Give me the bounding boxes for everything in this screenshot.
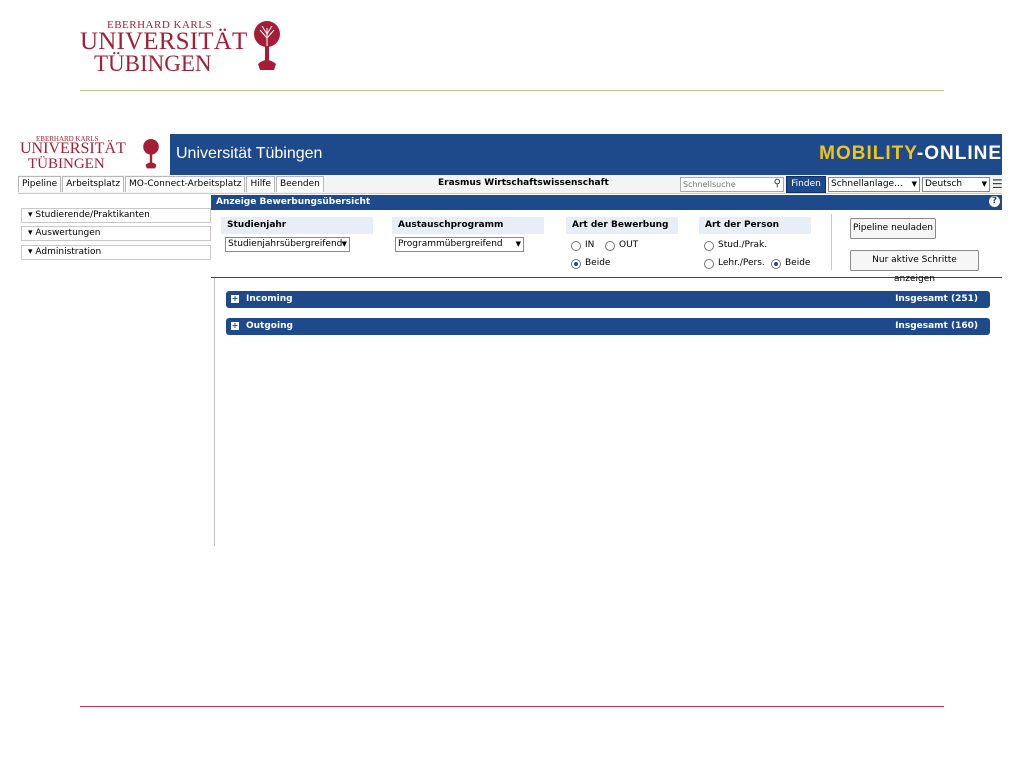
radio-lehr-pers[interactable]: Lehr./Pers. xyxy=(704,258,765,269)
tab-arbeitsplatz[interactable]: Arbeitsplatz xyxy=(62,176,125,192)
radio-person-beide-label: Beide xyxy=(785,258,811,268)
logo-part-mobility: MOBILITY xyxy=(819,143,917,164)
panel-header: Anzeige Bewerbungsübersicht ? xyxy=(211,195,1002,210)
radio-stud-prak-button[interactable] xyxy=(704,240,714,251)
radio-stud-prak-label: Stud./Prak. xyxy=(718,240,768,250)
quick-create-select[interactable]: Schnellanlage... ▼ xyxy=(828,177,920,192)
sidebar-item-auswertungen[interactable]: ▾ Auswertungen xyxy=(21,226,211,241)
art-der-bewerbung-label: Art der Bewerbung xyxy=(566,217,678,234)
tab-hilfe[interactable]: Hilfe xyxy=(246,176,275,192)
radio-out-label: OUT xyxy=(619,240,639,250)
panel-title: Anzeige Bewerbungsübersicht xyxy=(216,197,371,207)
radio-person-beide[interactable]: Beide xyxy=(771,258,810,269)
mobility-online-logo: MOBILITY-ONLINE xyxy=(819,143,1002,165)
language-value: Deutsch xyxy=(925,179,963,189)
tree-emblem-icon xyxy=(254,21,280,70)
chevron-down-icon: ▼ xyxy=(911,180,917,188)
radio-stud-prak[interactable]: Stud./Prak. xyxy=(704,240,767,251)
expand-plus-icon[interactable]: + xyxy=(231,295,239,303)
chevron-down-icon: ▼ xyxy=(981,180,987,188)
radio-lehr-pers-label: Lehr./Pers. xyxy=(718,258,765,268)
radio-in[interactable]: IN xyxy=(571,240,594,251)
section-outgoing-label: Outgoing xyxy=(246,321,293,331)
language-select[interactable]: Deutsch ▼ xyxy=(922,177,990,192)
radio-out-button[interactable] xyxy=(605,240,615,251)
banner-blue-bar: Universität Tübingen MOBILITY-ONLINE xyxy=(170,134,1002,175)
tree-emblem-small-icon xyxy=(143,139,159,169)
quick-search[interactable]: ⚲ xyxy=(680,177,784,192)
sidebar-item-label: Studierende/Praktikanten xyxy=(35,210,150,220)
section-outgoing[interactable]: + Outgoing Insgesamt (160) xyxy=(226,318,990,335)
header-divider xyxy=(80,90,944,91)
tab-mo-connect[interactable]: MO-Connect-Arbeitsplatz xyxy=(125,176,246,192)
sidebar: ▾ Studierende/Praktikanten ▾ Auswertunge… xyxy=(18,194,215,546)
context-title: Erasmus Wirtschaftswissenschaft xyxy=(438,178,609,188)
help-icon[interactable]: ? xyxy=(989,196,1000,207)
app-title: Universität Tübingen xyxy=(176,145,323,162)
sidebar-item-label: Administration xyxy=(35,247,102,257)
austauschprogramm-select[interactable]: Programmübergreifend ▼ xyxy=(395,237,524,252)
section-incoming[interactable]: + Incoming Insgesamt (251) xyxy=(226,291,990,308)
austauschprogramm-label: Austauschprogramm xyxy=(392,217,544,234)
austauschprogramm-value: Programmübergreifend xyxy=(398,239,503,249)
art-der-person-label: Art der Person xyxy=(699,217,811,234)
chevron-down-icon: ▼ xyxy=(341,240,347,248)
radio-person-beide-button[interactable] xyxy=(771,258,781,269)
quick-create-value: Schnellanlage... xyxy=(831,179,903,189)
radio-in-label: IN xyxy=(585,240,595,250)
banner-logo-line-2: UNIVERSITÄT xyxy=(20,140,126,157)
radio-in-button[interactable] xyxy=(571,240,581,251)
main-panel: Anzeige Bewerbungsübersicht ? Studienjah… xyxy=(211,195,1002,546)
active-steps-button[interactable]: Nur aktive Schritte anzeigen xyxy=(850,250,979,284)
studienjahr-label: Studienjahr xyxy=(221,217,373,234)
university-logo: EBERHARD KARLS UNIVERSITÄT TÜBINGEN xyxy=(80,16,300,76)
find-button[interactable]: Finden xyxy=(786,176,826,193)
logo-part-online: -ONLINE xyxy=(916,143,1002,164)
sidebar-item-studierende[interactable]: ▾ Studierende/Praktikanten xyxy=(21,208,211,223)
radio-out[interactable]: OUT xyxy=(605,240,638,251)
menu-icon[interactable]: ☰ xyxy=(992,177,1002,191)
section-outgoing-total: Insgesamt (160) xyxy=(895,321,978,331)
radio-bewerbung-beide-label: Beide xyxy=(585,258,611,268)
radio-lehr-pers-button[interactable] xyxy=(704,258,714,269)
tab-beenden[interactable]: Beenden xyxy=(275,176,324,192)
app-banner: EBERHARD KARLS UNIVERSITÄT TÜBINGEN Univ… xyxy=(18,134,1002,175)
studienjahr-select[interactable]: Studienjahrsübergreifend ▼ xyxy=(225,237,350,252)
radio-bewerbung-beide-button[interactable] xyxy=(571,258,581,269)
section-incoming-label: Incoming xyxy=(246,294,293,304)
filter-divider xyxy=(831,214,832,270)
expand-plus-icon[interactable]: + xyxy=(231,322,239,330)
mobility-online-window: EBERHARD KARLS UNIVERSITÄT TÜBINGEN Univ… xyxy=(18,134,1002,546)
tab-pipeline[interactable]: Pipeline xyxy=(18,176,62,192)
search-icon[interactable]: ⚲ xyxy=(774,178,781,189)
footer-divider xyxy=(80,706,944,707)
pipeline-reload-button[interactable]: Pipeline neuladen xyxy=(850,218,936,239)
chevron-down-icon: ▼ xyxy=(515,240,521,248)
banner-logo-line-3: TÜBINGEN xyxy=(28,156,105,172)
search-input[interactable] xyxy=(681,178,769,191)
sidebar-item-administration[interactable]: ▾ Administration xyxy=(21,245,211,260)
filter-panel: Studienjahr Studienjahrsübergreifend ▼ A… xyxy=(211,210,1002,284)
nav-tabs: Pipeline Arbeitsplatz MO-Connect-Arbeits… xyxy=(18,176,325,192)
studienjahr-value: Studienjahrsübergreifend xyxy=(228,239,343,249)
banner-logo: EBERHARD KARLS UNIVERSITÄT TÜBINGEN xyxy=(18,134,170,175)
section-incoming-total: Insgesamt (251) xyxy=(895,294,978,304)
radio-bewerbung-beide[interactable]: Beide xyxy=(571,258,610,269)
logo-line-3: TÜBINGEN xyxy=(94,51,212,76)
toolbar: Pipeline Arbeitsplatz MO-Connect-Arbeits… xyxy=(18,175,1002,194)
sidebar-item-label: Auswertungen xyxy=(35,228,101,238)
